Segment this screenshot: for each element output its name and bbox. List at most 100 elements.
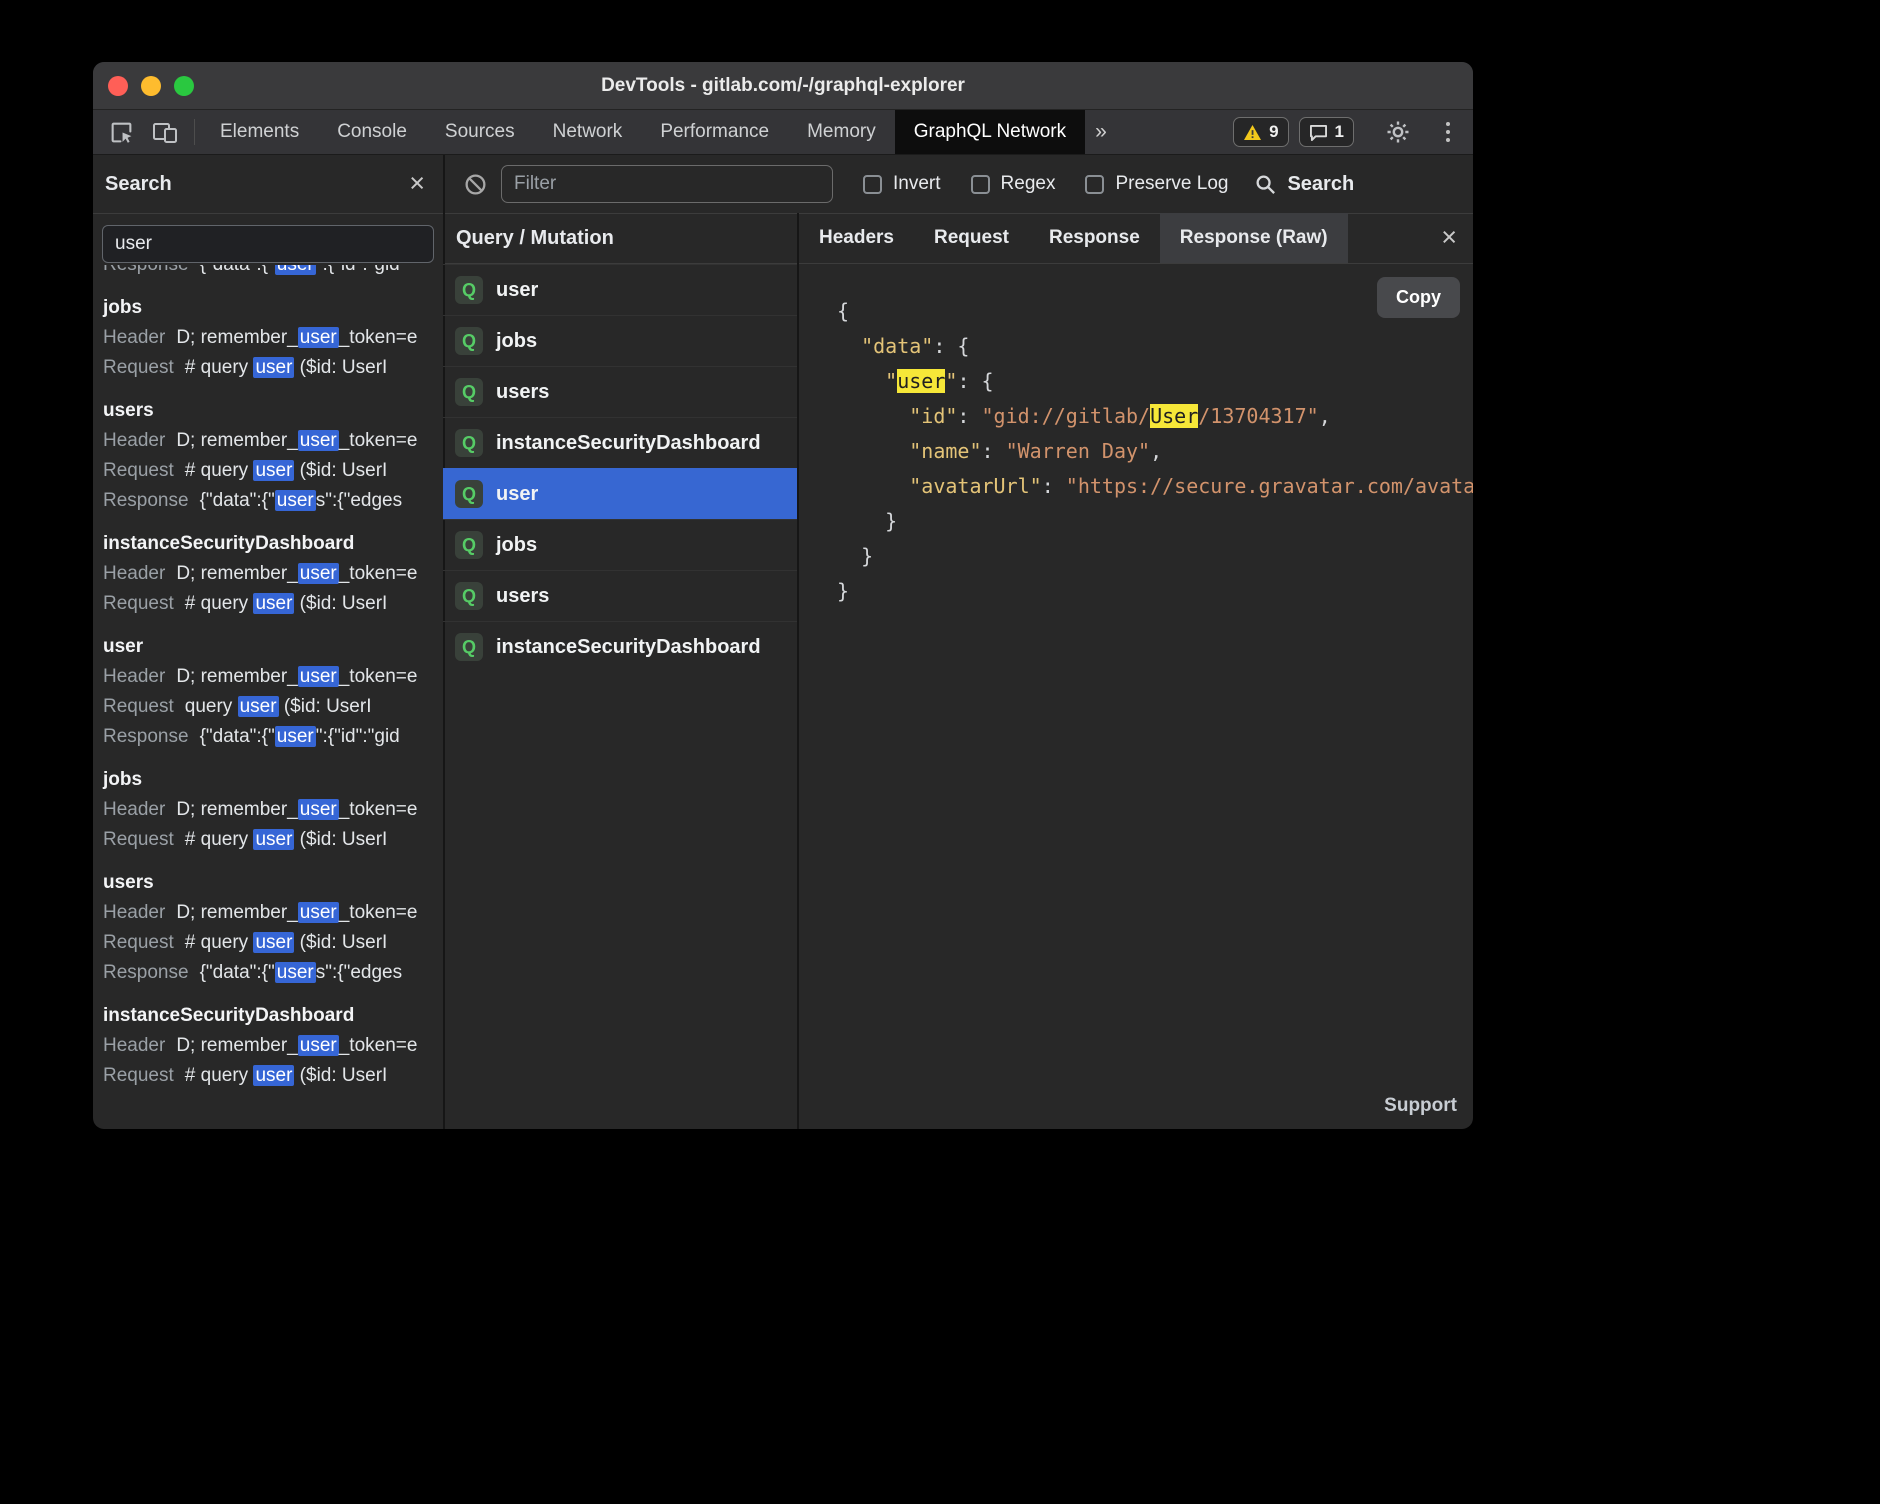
json-token: :	[982, 439, 1006, 463]
search-match-highlight: user	[897, 369, 945, 393]
support-link[interactable]: Support	[1384, 1095, 1457, 1117]
search-result-field-label: Request	[103, 829, 174, 850]
json-token: }	[837, 579, 849, 603]
text-segment: ":{"id":"gid	[316, 265, 400, 275]
device-toolbar-icon[interactable]	[151, 118, 179, 146]
json-token: : {	[957, 369, 993, 393]
query-list-item[interactable]: Qusers	[443, 366, 797, 417]
copy-button[interactable]: Copy	[1377, 277, 1460, 318]
query-name: users	[496, 381, 549, 404]
search-close-icon[interactable]: ×	[409, 155, 425, 211]
clear-log-icon[interactable]	[461, 170, 489, 198]
response-tab-request[interactable]: Request	[914, 213, 1029, 263]
query-type-badge: Q	[455, 378, 483, 406]
devtools-tab-graphql-network[interactable]: GraphQL Network	[895, 110, 1085, 154]
text-segment: # query	[185, 460, 254, 481]
filter-input[interactable]	[501, 165, 833, 203]
text-segment: D; remember_	[176, 902, 297, 923]
response-tab-response[interactable]: Response	[1029, 213, 1160, 263]
text-segment: D; remember_	[176, 430, 297, 451]
invert-checkbox-label[interactable]: Invert	[863, 173, 941, 195]
query-name: jobs	[496, 330, 537, 353]
search-result-group[interactable]: userHeaderD; remember_user_token=eReques…	[103, 632, 443, 752]
json-line: "id": "gid://gitlab/User/13704317",	[837, 399, 1473, 434]
search-result-field-label: Response	[103, 726, 189, 747]
devtools-tab-performance[interactable]: Performance	[641, 110, 788, 154]
search-result-field-label: Header	[103, 430, 165, 451]
search-result-group[interactable]: usersHeaderD; remember_user_token=eReque…	[103, 396, 443, 516]
query-list-item[interactable]: Qusers	[443, 570, 797, 621]
devtools-tab-sources[interactable]: Sources	[426, 110, 534, 154]
devtools-tab-elements[interactable]: Elements	[201, 110, 318, 154]
search-result-field-label: Header	[103, 563, 165, 584]
query-name: instanceSecurityDashboard	[496, 636, 761, 659]
text-segment: _token=e	[339, 563, 418, 584]
json-token: "data"	[861, 334, 933, 358]
invert-label-text: Invert	[893, 173, 941, 195]
indent	[837, 439, 909, 463]
query-list-item[interactable]: QinstanceSecurityDashboard	[443, 621, 797, 672]
invert-checkbox[interactable]	[863, 175, 882, 194]
search-result-field-label: Request	[103, 460, 174, 481]
search-result-field-label: Header	[103, 327, 165, 348]
search-match-highlight: user	[298, 430, 339, 451]
more-panels-button[interactable]: »	[1095, 120, 1107, 144]
text-segment: s":{"edges	[316, 962, 402, 983]
search-result-line: HeaderD; remember_user_token=e	[103, 795, 443, 825]
search-result-group[interactable]: jobsHeaderD; remember_user_token=eReques…	[103, 765, 443, 855]
search-result-group[interactable]: Response{"data":{"user":{"id":"gid	[103, 265, 443, 280]
close-window-button[interactable]	[108, 76, 128, 96]
devtools-tab-memory[interactable]: Memory	[788, 110, 895, 154]
search-result-field-label: Header	[103, 1035, 165, 1056]
json-line: "data": {	[837, 329, 1473, 364]
devtools-tab-strip: ElementsConsoleSourcesNetworkPerformance…	[201, 110, 1085, 154]
query-type-badge: Q	[455, 276, 483, 304]
search-result-group[interactable]: instanceSecurityDashboardHeaderD; rememb…	[103, 529, 443, 619]
query-list-item[interactable]: Qjobs	[443, 519, 797, 570]
search-result-field-label: Request	[103, 593, 174, 614]
minimize-window-button[interactable]	[141, 76, 161, 96]
regex-checkbox[interactable]	[971, 175, 990, 194]
window-titlebar: DevTools - gitlab.com/-/graphql-explorer	[93, 62, 1473, 110]
json-line: }	[837, 504, 1473, 539]
toolbar-right-cluster: 9 1	[1233, 117, 1458, 147]
response-panel: HeadersRequestResponseResponse (Raw) × {…	[799, 213, 1473, 1129]
json-token: "id"	[909, 404, 957, 428]
search-result-line: Request# query user ($id: UserI	[103, 1061, 443, 1091]
query-list-item[interactable]: Quser	[443, 264, 797, 315]
response-tab-response-raw[interactable]: Response (Raw)	[1160, 213, 1348, 263]
kebab-menu-icon[interactable]	[1438, 120, 1458, 144]
search-result-group[interactable]: usersHeaderD; remember_user_token=eReque…	[103, 868, 443, 988]
devtools-tab-console[interactable]: Console	[318, 110, 426, 154]
search-match-highlight: user	[298, 799, 339, 820]
search-result-group[interactable]: instanceSecurityDashboardHeaderD; rememb…	[103, 1001, 443, 1091]
query-list-item[interactable]: Qjobs	[443, 315, 797, 366]
search-result-group[interactable]: jobsHeaderD; remember_user_token=eReques…	[103, 293, 443, 383]
search-match-highlight: user	[253, 593, 294, 614]
response-tab-headers[interactable]: Headers	[799, 213, 914, 263]
devtools-tab-network[interactable]: Network	[534, 110, 642, 154]
zoom-window-button[interactable]	[174, 76, 194, 96]
json-line: }	[837, 539, 1473, 574]
preserve-log-checkbox-label[interactable]: Preserve Log	[1085, 173, 1228, 195]
query-list-item[interactable]: QinstanceSecurityDashboard	[443, 417, 797, 468]
search-match-highlight: user	[275, 962, 316, 983]
issues-warning-badge[interactable]: 9	[1233, 117, 1288, 147]
json-token: "	[885, 369, 897, 393]
search-toggle-button[interactable]: Search	[1254, 173, 1354, 196]
preserve-log-checkbox[interactable]	[1085, 175, 1104, 194]
json-token: }	[861, 544, 873, 568]
query-list-item[interactable]: Quser	[443, 468, 797, 519]
json-token: : {	[933, 334, 969, 358]
panel-close-icon[interactable]: ×	[1441, 213, 1457, 261]
console-messages-badge[interactable]: 1	[1299, 117, 1354, 147]
text-segment: _token=e	[339, 327, 418, 348]
inspect-element-icon[interactable]	[107, 118, 135, 146]
query-type-badge: Q	[455, 429, 483, 457]
settings-gear-icon[interactable]	[1384, 118, 1412, 146]
regex-checkbox-label[interactable]: Regex	[971, 173, 1056, 195]
search-input[interactable]	[102, 225, 434, 263]
search-result-title: instanceSecurityDashboard	[103, 1001, 443, 1031]
search-result-field-label: Request	[103, 357, 174, 378]
search-match-highlight: user	[298, 327, 339, 348]
